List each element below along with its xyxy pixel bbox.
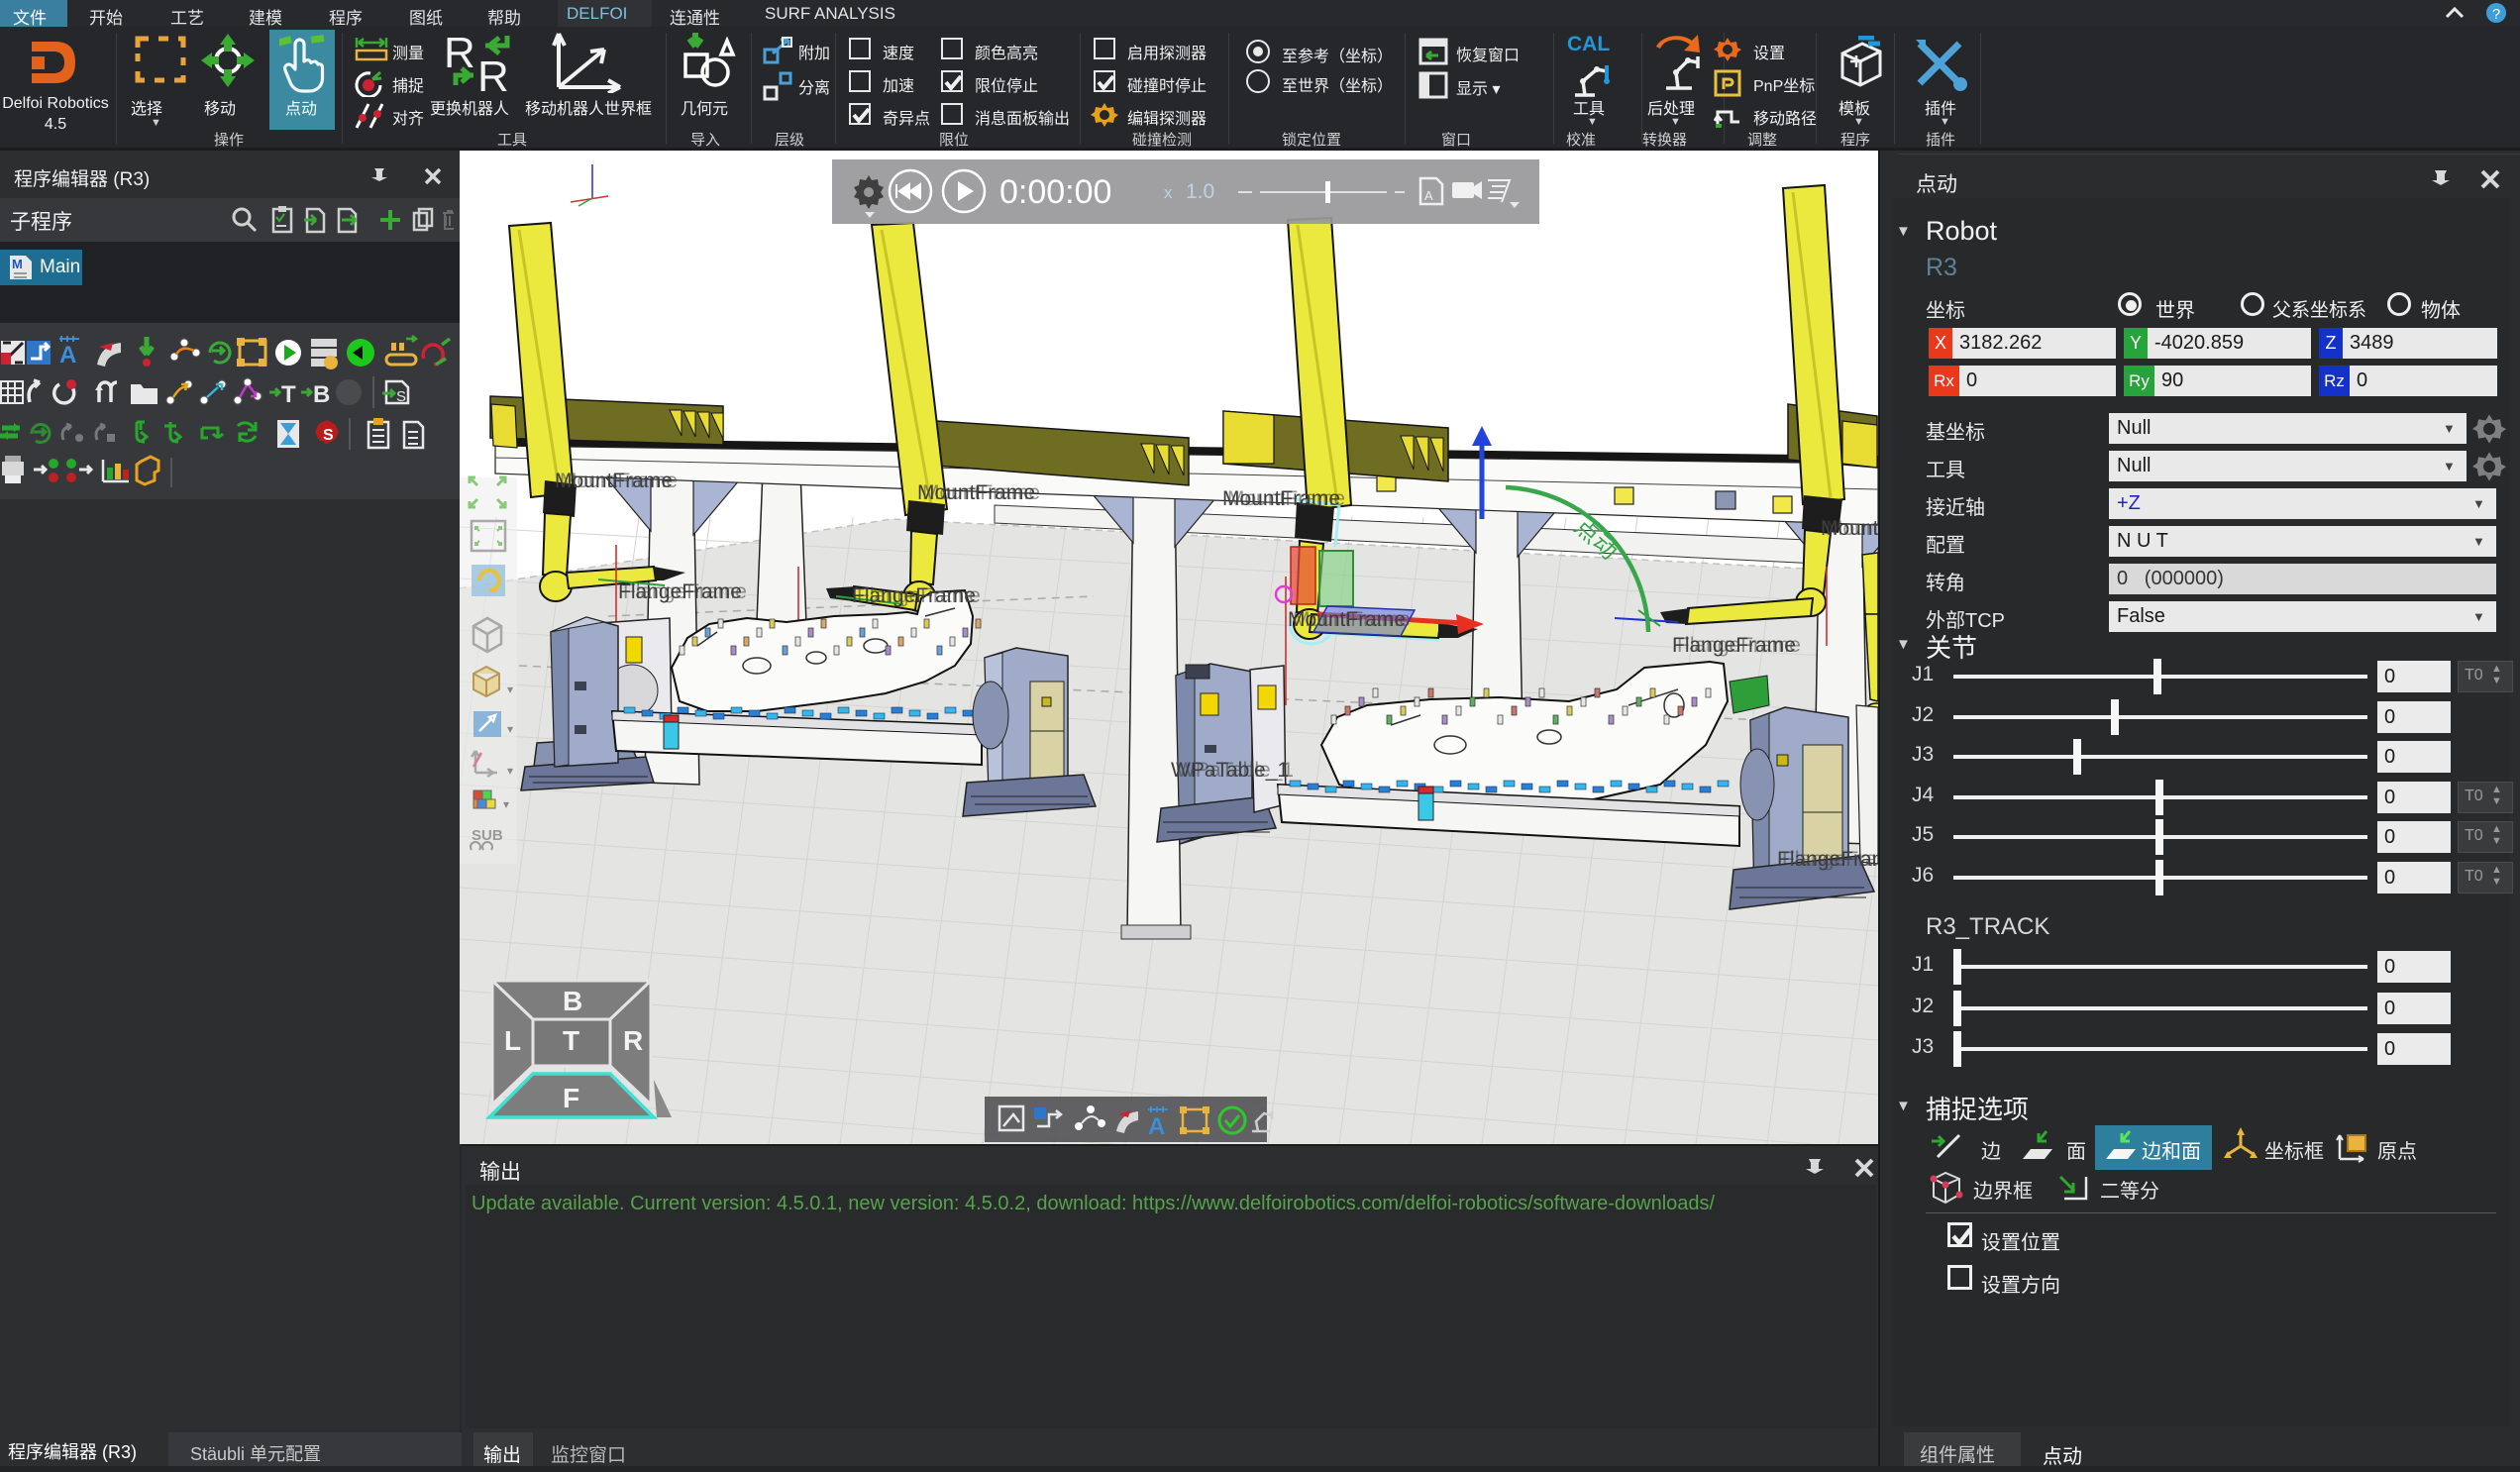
svg-text:WPaTable_1: WPaTable_1 bbox=[1176, 759, 1294, 782]
svg-text:MountFrame: MountFrame bbox=[1826, 517, 1878, 540]
svg-text:S: S bbox=[396, 388, 406, 405]
svg-text:FlangeFrame: FlangeFrame bbox=[1782, 848, 1878, 871]
svg-text:A: A bbox=[59, 342, 76, 368]
svg-text:T: T bbox=[563, 1025, 579, 1056]
svg-text:▾: ▾ bbox=[507, 722, 513, 736]
svg-text:R: R bbox=[623, 1025, 643, 1056]
svg-text:R: R bbox=[444, 32, 475, 77]
svg-text:M: M bbox=[12, 257, 23, 271]
svg-text:B: B bbox=[313, 381, 330, 408]
svg-text:MountFrame: MountFrame bbox=[1227, 487, 1345, 510]
svg-text:0:00:00: 0:00:00 bbox=[999, 173, 1111, 211]
svg-text:▾: ▾ bbox=[503, 797, 509, 811]
svg-text:F: F bbox=[563, 1083, 579, 1113]
svg-text:FlangeFrame: FlangeFrame bbox=[1677, 634, 1801, 657]
svg-text:▾: ▾ bbox=[507, 764, 513, 778]
svg-text:S: S bbox=[323, 427, 334, 444]
svg-text:L: L bbox=[504, 1025, 521, 1056]
svg-text:1.0: 1.0 bbox=[1186, 180, 1214, 203]
svg-text:MountFrame: MountFrame bbox=[560, 470, 678, 492]
svg-text:?: ? bbox=[2492, 6, 2500, 23]
svg-text:T: T bbox=[281, 381, 296, 408]
svg-text:A: A bbox=[1424, 188, 1433, 203]
svg-text:FlangeFrame: FlangeFrame bbox=[623, 580, 747, 603]
svg-text:R: R bbox=[477, 53, 509, 95]
svg-text:▾: ▾ bbox=[507, 683, 513, 696]
svg-text:MountFrame: MountFrame bbox=[922, 481, 1040, 504]
svg-text:MountFrame: MountFrame bbox=[1293, 608, 1411, 631]
svg-text:FlangeFrame: FlangeFrame bbox=[857, 584, 981, 607]
svg-text:x: x bbox=[1164, 183, 1173, 202]
svg-text:B: B bbox=[563, 986, 582, 1016]
svg-text:A: A bbox=[1148, 1113, 1165, 1140]
